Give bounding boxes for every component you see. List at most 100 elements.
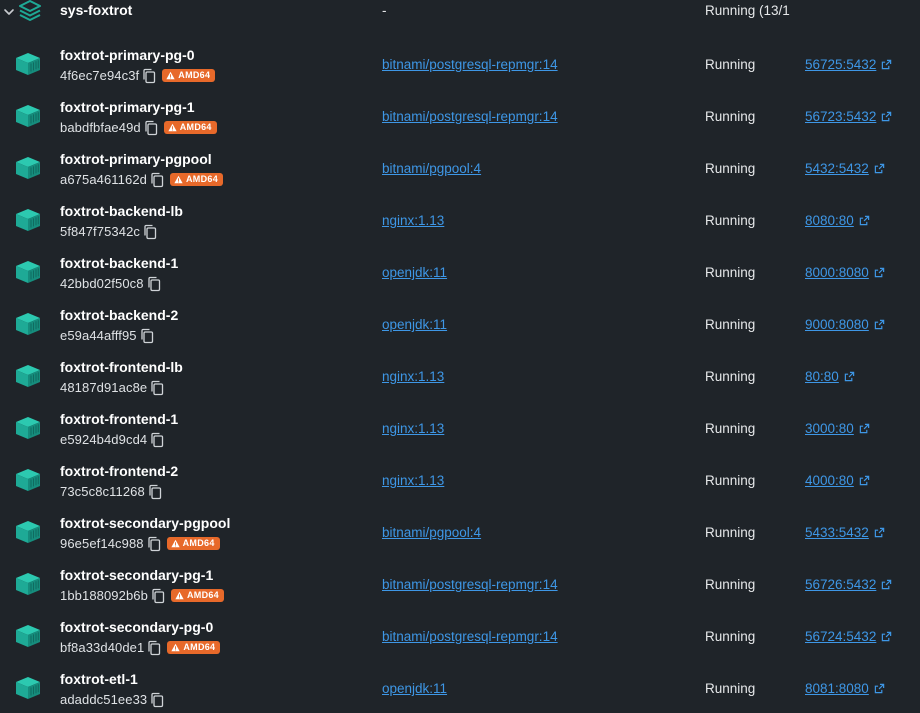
port-link[interactable]: 8080:80 [805, 213, 870, 228]
port-label[interactable]: 8080:80 [805, 213, 854, 228]
external-link-icon[interactable] [874, 163, 885, 174]
container-row[interactable]: foxtrot-frontend-lb 48187d91ac8e nginx:1.1… [0, 349, 920, 401]
container-name[interactable]: foxtrot-backend-2 [60, 307, 178, 323]
container-image-link[interactable]: bitnami/pgpool:4 [382, 161, 481, 176]
port-label[interactable]: 8000:8080 [805, 265, 869, 280]
container-name[interactable]: foxtrot-backend-lb [60, 203, 183, 219]
port-label[interactable]: 56726:5432 [805, 577, 876, 592]
external-link-icon[interactable] [874, 527, 885, 538]
compose-group-row[interactable]: sys-foxtrot - Running (13/1 [0, 0, 920, 37]
port-label[interactable]: 56723:5432 [805, 109, 876, 124]
external-link-icon[interactable] [881, 579, 892, 590]
group-name[interactable]: sys-foxtrot [60, 2, 132, 18]
port-label[interactable]: 4000:80 [805, 473, 854, 488]
container-image-link[interactable]: openjdk:11 [382, 681, 447, 696]
port-link[interactable]: 5433:5432 [805, 525, 885, 540]
copy-icon[interactable] [144, 120, 158, 136]
container-name[interactable]: foxtrot-primary-pgpool [60, 151, 212, 167]
port-link[interactable]: 8000:8080 [805, 265, 885, 280]
external-link-icon[interactable] [859, 423, 870, 434]
copy-icon[interactable] [143, 224, 157, 240]
container-name[interactable]: foxtrot-backend-1 [60, 255, 178, 271]
container-name[interactable]: foxtrot-etl-1 [60, 671, 138, 687]
container-image-link[interactable]: openjdk:11 [382, 317, 447, 332]
copy-icon[interactable] [150, 432, 164, 448]
container-row[interactable]: foxtrot-secondary-pgpool 96e5ef14c988 AMD6… [0, 505, 920, 557]
chevron-down-icon[interactable] [2, 5, 16, 19]
copy-icon[interactable] [147, 276, 161, 292]
port-link[interactable]: 9000:8080 [805, 317, 885, 332]
container-name[interactable]: foxtrot-frontend-lb [60, 359, 183, 375]
container-name[interactable]: foxtrot-secondary-pg-0 [60, 619, 213, 635]
container-row[interactable]: foxtrot-frontend-2 73c5c8c11268 nginx:1.13… [0, 453, 920, 505]
container-row[interactable]: foxtrot-backend-2 e59a44afff95 openjdk:11 R… [0, 297, 920, 349]
container-image-link[interactable]: nginx:1.13 [382, 421, 444, 436]
copy-icon[interactable] [147, 640, 161, 656]
container-row[interactable]: foxtrot-backend-lb 5f847f75342c nginx:1.13… [0, 193, 920, 245]
port-link[interactable]: 56723:5432 [805, 109, 892, 124]
port-link[interactable]: 56725:5432 [805, 57, 892, 72]
port-label[interactable]: 5433:5432 [805, 525, 869, 540]
container-id-line: 96e5ef14c988 AMD64 [60, 534, 220, 552]
container-id: adaddc51ee33 [60, 691, 148, 707]
port-link[interactable]: 5432:5432 [805, 161, 885, 176]
external-link-icon[interactable] [874, 267, 885, 278]
container-image-link[interactable]: nginx:1.13 [382, 369, 444, 384]
container-row[interactable]: foxtrot-secondary-pg-1 1bb188092b6b AMD64 b… [0, 557, 920, 609]
container-image-link[interactable]: bitnami/postgresql-repmgr:14 [382, 577, 558, 592]
port-label[interactable]: 56725:5432 [805, 57, 876, 72]
external-link-icon[interactable] [859, 475, 870, 486]
container-image-link[interactable]: nginx:1.13 [382, 473, 444, 488]
port-label[interactable]: 80:80 [805, 369, 839, 384]
port-link[interactable]: 56724:5432 [805, 629, 892, 644]
port-link[interactable]: 80:80 [805, 369, 855, 384]
container-row[interactable]: foxtrot-primary-pg-1 babdfbfae49d AMD64 bit… [0, 89, 920, 141]
container-name[interactable]: foxtrot-primary-pg-0 [60, 47, 195, 63]
external-link-icon[interactable] [874, 319, 885, 330]
external-link-icon[interactable] [859, 215, 870, 226]
external-link-icon[interactable] [881, 631, 892, 642]
copy-icon[interactable] [150, 172, 164, 188]
container-image-link[interactable]: nginx:1.13 [382, 213, 444, 228]
port-label[interactable]: 3000:80 [805, 421, 854, 436]
container-row[interactable]: foxtrot-etl-1 adaddc51ee33 openjdk:11 Runni… [0, 661, 920, 713]
container-id: 48187d91ac8e [60, 379, 148, 395]
copy-icon[interactable] [140, 328, 154, 344]
copy-icon[interactable] [142, 68, 156, 84]
container-name[interactable]: foxtrot-frontend-2 [60, 463, 178, 479]
port-label[interactable]: 9000:8080 [805, 317, 869, 332]
port-label[interactable]: 8081:8080 [805, 681, 869, 696]
container-row[interactable]: foxtrot-frontend-1 e5924b4d9cd4 nginx:1.13… [0, 401, 920, 453]
container-row[interactable]: foxtrot-primary-pgpool a675a461162d AMD64 b… [0, 141, 920, 193]
external-link-icon[interactable] [874, 683, 885, 694]
container-row[interactable]: foxtrot-backend-1 42bbd02f50c8 openjdk:11 R… [0, 245, 920, 297]
container-image-link[interactable]: bitnami/pgpool:4 [382, 525, 481, 540]
copy-icon[interactable] [150, 692, 164, 708]
container-name[interactable]: foxtrot-primary-pg-1 [60, 99, 195, 115]
container-status: Running [705, 317, 756, 332]
copy-icon[interactable] [147, 536, 161, 552]
external-link-icon[interactable] [881, 59, 892, 70]
copy-icon[interactable] [148, 484, 162, 500]
container-id-line: 4f6ec7e94c3f AMD64 [60, 66, 216, 84]
port-label[interactable]: 56724:5432 [805, 629, 876, 644]
port-link[interactable]: 56726:5432 [805, 577, 892, 592]
container-name[interactable]: foxtrot-secondary-pgpool [60, 515, 230, 531]
external-link-icon[interactable] [881, 111, 892, 122]
container-image-link[interactable]: bitnami/postgresql-repmgr:14 [382, 629, 558, 644]
container-image-link[interactable]: bitnami/postgresql-repmgr:14 [382, 109, 558, 124]
external-link-icon[interactable] [844, 371, 855, 382]
container-id: 1bb188092b6b [60, 587, 148, 603]
port-link[interactable]: 8081:8080 [805, 681, 885, 696]
copy-icon[interactable] [150, 380, 164, 396]
container-row[interactable]: foxtrot-secondary-pg-0 bf8a33d40de1 AMD64 b… [0, 609, 920, 661]
port-link[interactable]: 3000:80 [805, 421, 870, 436]
container-name[interactable]: foxtrot-frontend-1 [60, 411, 178, 427]
port-link[interactable]: 4000:80 [805, 473, 870, 488]
container-image-link[interactable]: openjdk:11 [382, 265, 447, 280]
container-image-link[interactable]: bitnami/postgresql-repmgr:14 [382, 57, 558, 72]
container-name[interactable]: foxtrot-secondary-pg-1 [60, 567, 213, 583]
container-row[interactable]: foxtrot-primary-pg-0 4f6ec7e94c3f AMD64 bit… [0, 37, 920, 89]
port-label[interactable]: 5432:5432 [805, 161, 869, 176]
copy-icon[interactable] [151, 588, 165, 604]
